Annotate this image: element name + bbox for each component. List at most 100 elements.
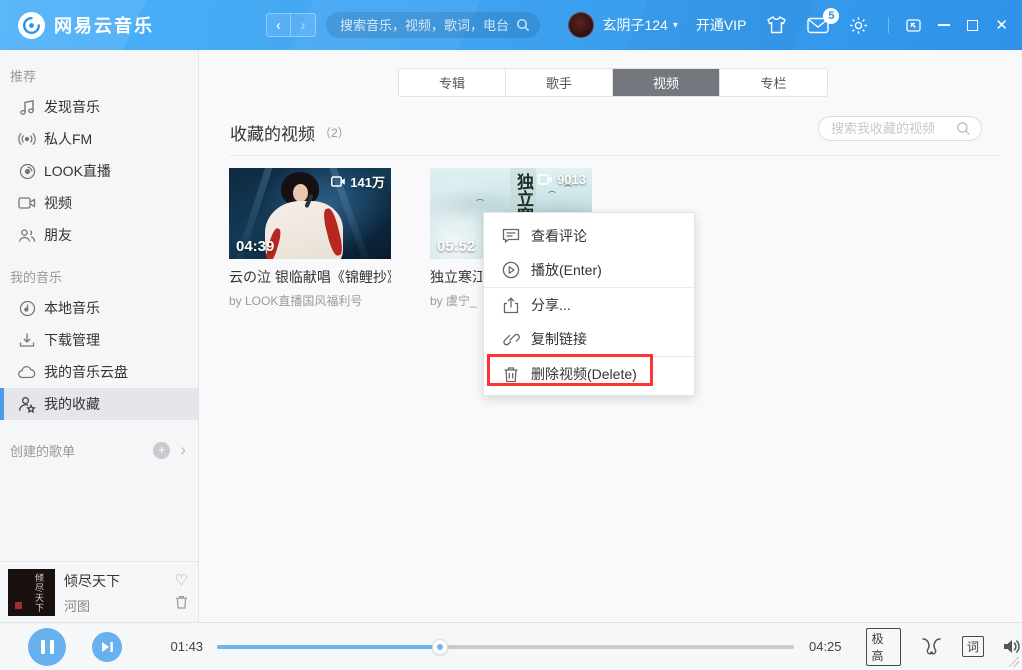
menu-item-label: 删除视频(Delete) — [531, 364, 637, 384]
sound-effect-icon[interactable] — [921, 637, 942, 656]
messages-mail-icon[interactable]: 5 — [807, 17, 829, 34]
video-thumbnail-1[interactable]: 141万 04:39 — [229, 168, 391, 259]
view-count-overlay: 141万 — [331, 172, 385, 191]
forward-button[interactable]: › — [291, 13, 316, 37]
sidebar-item-label: 下载管理 — [44, 330, 100, 350]
pause-button[interactable] — [28, 628, 66, 666]
trash-icon — [501, 365, 520, 384]
minimize-button[interactable] — [938, 24, 950, 26]
topbar-right: 玄阴子124 ▾ 开通VIP 5 ✕ — [568, 0, 1022, 50]
menu-item-share[interactable]: 分享... — [484, 288, 694, 322]
sidebar-item-look-live[interactable]: LOOK直播 — [0, 155, 198, 187]
fm-icon — [18, 130, 36, 148]
video-title[interactable]: 独立寒江... — [430, 267, 482, 287]
section-recommend: 推荐 — [0, 50, 198, 91]
sidebar-item-fm[interactable]: 私人FM — [0, 123, 198, 155]
camera-icon — [331, 176, 346, 187]
menu-item-label: 查看评论 — [531, 226, 587, 246]
menu-item-copy-link[interactable]: 复制链接 — [484, 322, 694, 356]
theme-shirt-icon[interactable] — [766, 16, 787, 34]
link-icon — [501, 330, 520, 349]
global-search[interactable] — [326, 12, 540, 38]
tab-label: 专辑 — [439, 73, 465, 92]
tab-videos[interactable]: 视频 — [613, 69, 720, 96]
sidebar: 推荐 发现音乐 私人FM LOOK直播 视频 朋友 我的音乐 本地音乐 下载管理… — [0, 50, 199, 622]
like-heart-icon[interactable]: ♡ — [175, 571, 188, 589]
album-art-caption: 倾尽天下 — [33, 573, 46, 613]
sidebar-item-label: 我的音乐云盘 — [44, 362, 128, 382]
video-duration: 04:39 — [236, 238, 274, 255]
tab-label: 专栏 — [760, 73, 786, 92]
topbar-divider — [888, 17, 889, 33]
mail-badge: 5 — [823, 8, 839, 24]
maximize-button[interactable] — [967, 20, 978, 31]
sidebar-item-discover[interactable]: 发现音乐 — [0, 91, 198, 123]
collection-header: 收藏的视频 （2） — [230, 120, 1002, 145]
local-music-icon — [18, 299, 36, 317]
sidebar-item-local-music[interactable]: 本地音乐 — [0, 292, 198, 324]
video-author[interactable]: by LOOK直播国风福利号 — [229, 292, 391, 309]
tab-artists[interactable]: 歌手 — [506, 69, 613, 96]
now-playing-album-art[interactable]: 倾尽天下 — [8, 569, 55, 616]
video-title[interactable]: 云の泣 银临献唱《锦鲤抄》... — [229, 267, 391, 287]
back-button[interactable]: ‹ — [266, 13, 291, 37]
album-art-seal — [15, 602, 22, 609]
sidebar-item-cloud-disk[interactable]: 我的音乐云盘 — [0, 356, 198, 388]
user-caret-down-icon[interactable]: ▾ — [673, 20, 678, 31]
view-count-overlay: 9013 — [538, 172, 586, 187]
progress-track[interactable] — [217, 639, 794, 655]
play-circle-icon — [501, 261, 520, 280]
history-nav: ‹ › — [266, 13, 316, 37]
tab-label: 视频 — [653, 73, 679, 92]
now-playing-title[interactable]: 倾尽天下 — [64, 571, 175, 591]
sidebar-item-favorites[interactable]: 我的收藏 — [0, 388, 198, 420]
total-time: 04:25 — [809, 639, 842, 654]
progress-handle[interactable] — [432, 639, 448, 655]
favorites-person-star-icon — [18, 395, 36, 413]
next-track-button[interactable] — [92, 632, 122, 662]
menu-item-view-comments[interactable]: 查看评论 — [484, 219, 694, 253]
resize-grip[interactable] — [1009, 657, 1019, 667]
expand-playlists-chevron-icon[interactable]: › — [180, 440, 186, 460]
search-icon — [956, 121, 971, 136]
favorites-search[interactable] — [818, 116, 982, 141]
created-playlists-header[interactable]: 创建的歌单 + › — [0, 420, 198, 460]
menu-item-label: 分享... — [531, 295, 571, 315]
sidebar-item-friends[interactable]: 朋友 — [0, 219, 198, 251]
quality-badge[interactable]: 极高 — [866, 628, 901, 666]
video-author[interactable]: by 虞宁_ — [430, 292, 482, 309]
view-count: 9013 — [557, 172, 586, 187]
close-icon: ✕ — [995, 16, 1008, 34]
now-playing-artist[interactable]: 河图 — [64, 596, 175, 615]
username[interactable]: 玄阴子124 — [602, 15, 667, 35]
settings-gear-icon[interactable] — [849, 16, 868, 35]
menu-item-play[interactable]: 播放(Enter) — [484, 253, 694, 287]
next-icon — [101, 641, 114, 653]
favorites-search-input[interactable] — [831, 121, 956, 136]
sidebar-item-video[interactable]: 视频 — [0, 187, 198, 219]
forward-icon: › — [301, 17, 306, 34]
app-logo[interactable]: 网易云音乐 — [18, 12, 154, 39]
tab-albums[interactable]: 专辑 — [399, 69, 506, 96]
tab-columns[interactable]: 专栏 — [720, 69, 827, 96]
lyrics-badge[interactable]: 词 — [962, 636, 984, 657]
pause-icon — [41, 640, 54, 654]
remove-trash-icon[interactable] — [175, 595, 188, 614]
mini-mode-icon[interactable] — [906, 19, 921, 32]
vip-link[interactable]: 开通VIP — [696, 15, 747, 35]
add-playlist-icon[interactable]: + — [153, 442, 170, 459]
sidebar-item-label: 朋友 — [44, 225, 72, 245]
user-avatar[interactable] — [568, 12, 594, 38]
video-count: （2） — [319, 124, 350, 141]
player-bar: 01:43 04:25 极高 词 — [0, 622, 1022, 670]
global-search-input[interactable] — [340, 18, 516, 33]
header-divider — [229, 155, 1002, 156]
video-card-1[interactable]: 141万 04:39 云の泣 银临献唱《锦鲤抄》... by LOOK直播国风福… — [229, 168, 391, 309]
close-button[interactable]: ✕ — [995, 16, 1008, 34]
volume-icon[interactable] — [1002, 638, 1022, 655]
sidebar-item-downloads[interactable]: 下载管理 — [0, 324, 198, 356]
menu-item-delete-video[interactable]: 删除视频(Delete) — [484, 357, 694, 391]
progress-fill — [217, 645, 440, 649]
comment-icon — [501, 227, 520, 246]
netease-music-logo-icon — [18, 12, 45, 39]
